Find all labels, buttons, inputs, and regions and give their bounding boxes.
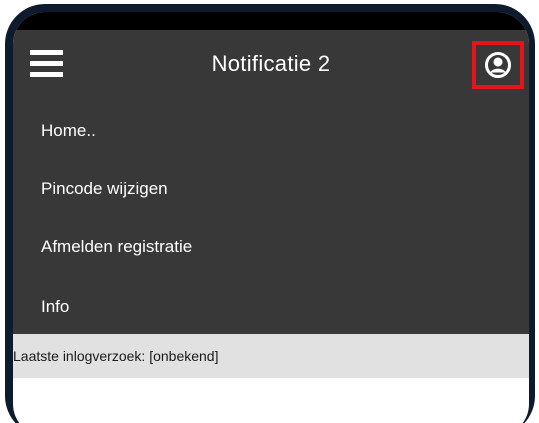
last-login-request-text: Laatste inlogverzoek: [onbekend] — [13, 348, 219, 364]
profile-button[interactable] — [472, 41, 524, 89]
menu-item-info[interactable]: Info — [41, 297, 69, 317]
menu-item-home[interactable]: Home.. — [41, 121, 96, 141]
navigation-menu: Home.. Pincode wijzigen Afmelden registr… — [13, 92, 529, 334]
device-frame: Notificatie 2 Home.. Pincode wijzigen Af… — [0, 0, 539, 423]
status-bar — [13, 12, 529, 30]
phone-screen: Notificatie 2 Home.. Pincode wijzigen Af… — [13, 12, 529, 423]
menu-item-pincode-wijzigen[interactable]: Pincode wijzigen — [41, 179, 168, 199]
menu-item-afmelden-registratie[interactable]: Afmelden registratie — [41, 237, 192, 257]
status-footer: Laatste inlogverzoek: [onbekend] — [13, 334, 529, 378]
page-title: Notificatie 2 — [211, 51, 331, 76]
user-circle-icon — [485, 52, 511, 78]
